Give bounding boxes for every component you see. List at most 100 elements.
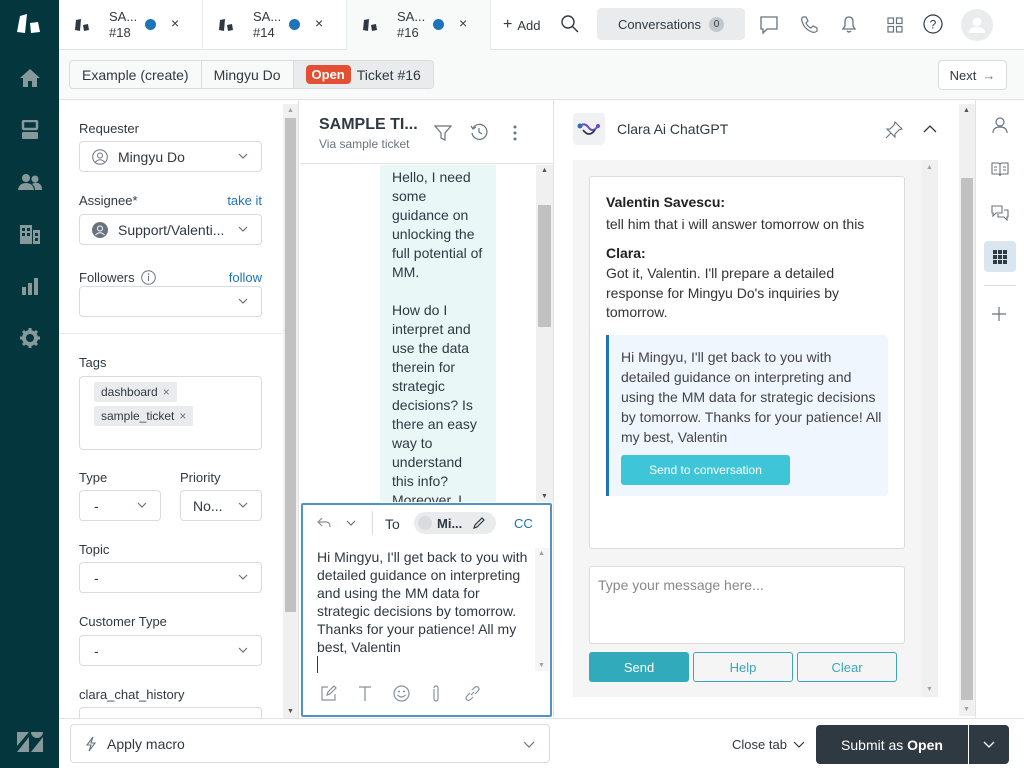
customer-type-select[interactable]: - [79, 635, 262, 666]
chat-history: Valentin Savescu: tell him that i will a… [589, 176, 905, 549]
views-icon[interactable] [0, 110, 59, 150]
scroll-down-arrow[interactable]: ▼ [541, 493, 548, 500]
apps-button-active[interactable] [984, 241, 1016, 272]
info-icon[interactable] [140, 270, 156, 285]
close-tab-icon[interactable]: × [315, 15, 323, 31]
topic-select[interactable]: - [79, 562, 262, 593]
help-button[interactable]: Help [693, 652, 793, 682]
customer-context-icon[interactable] [991, 116, 1009, 134]
phone-icon[interactable] [799, 15, 819, 35]
ticket-tab[interactable]: SA... #18 × [59, 0, 203, 50]
chat-icon[interactable] [759, 15, 779, 35]
requester-select[interactable]: Mingyu Do [79, 141, 262, 172]
scroll-down-arrow[interactable]: ▼ [287, 708, 294, 715]
scroll-up-arrow[interactable]: ▲ [287, 107, 294, 114]
edit-pencil-icon[interactable] [472, 516, 486, 530]
admin-icon[interactable] [0, 318, 59, 358]
breadcrumb-requester[interactable]: Mingyu Do [201, 61, 294, 88]
search-icon[interactable] [561, 15, 579, 33]
add-tab-button[interactable]: + Add [503, 16, 540, 34]
take-it-link[interactable]: take it [227, 193, 262, 208]
breadcrumb-ticket[interactable]: Open Ticket #16 [293, 61, 433, 88]
fields-scrollbar[interactable]: ▲ ▼ [283, 104, 298, 718]
apps-grid-icon [993, 249, 1007, 264]
cc-button[interactable]: CC [514, 516, 533, 531]
help-icon[interactable]: ? [923, 14, 943, 34]
ticket-tab-label: SA... #14 [253, 9, 282, 40]
close-tab-icon[interactable]: × [459, 15, 467, 31]
scroll-up-arrow[interactable]: ▲ [541, 167, 548, 174]
logo-icon[interactable] [0, 4, 59, 44]
history-icon[interactable] [470, 123, 488, 141]
chevron-down-icon [238, 226, 248, 232]
reply-body-textarea[interactable]: Hi Mingyu, I'll get back to you with det… [317, 548, 529, 673]
organizations-icon[interactable] [0, 214, 59, 254]
scrollbar-thumb[interactable] [961, 178, 973, 700]
scroll-down-arrow[interactable]: ▼ [538, 662, 545, 669]
message-author: Valentin Savescu: [606, 194, 726, 210]
knowledge-icon[interactable] [991, 161, 1009, 177]
user-avatar[interactable] [961, 9, 993, 41]
collapse-chevron-icon[interactable] [923, 124, 937, 134]
scrollbar-thumb[interactable] [538, 205, 551, 327]
chat-frame-scrollbar[interactable]: ▲ ▼ [922, 160, 938, 697]
priority-select[interactable]: No... [180, 490, 262, 521]
scroll-up-arrow[interactable]: ▲ [538, 550, 545, 557]
pin-icon[interactable] [885, 121, 903, 139]
followers-select[interactable] [79, 286, 262, 317]
attachment-icon[interactable] [431, 685, 441, 702]
more-options-icon[interactable] [512, 124, 518, 142]
ticket-tab[interactable]: SA... #14 × [203, 0, 347, 50]
remove-tag-icon[interactable]: × [179, 409, 186, 423]
products-icon[interactable] [887, 17, 903, 33]
assignee-select[interactable]: Support/Valenti... [79, 214, 262, 245]
scroll-down-arrow[interactable]: ▼ [963, 706, 970, 713]
scroll-up-arrow[interactable]: ▲ [963, 107, 970, 114]
ticket-header-bar: Example (create) Mingyu Do Open Ticket #… [59, 50, 1024, 100]
scroll-up-arrow[interactable]: ▲ [926, 164, 933, 171]
conversations-button[interactable]: Conversations 0 [597, 8, 745, 40]
recipient-chip[interactable]: Mi... [414, 512, 496, 534]
remove-tag-icon[interactable]: × [163, 385, 170, 399]
chevron-down-icon [238, 298, 248, 304]
chevron-down-icon[interactable] [346, 519, 356, 527]
apply-macro-select[interactable]: Apply macro [70, 724, 550, 763]
close-tab-menu[interactable]: Close tab [732, 737, 805, 752]
scrollbar-thumb[interactable] [285, 118, 296, 612]
send-button[interactable]: Send [589, 652, 689, 682]
type-select[interactable]: - [79, 490, 161, 521]
filter-icon[interactable] [434, 124, 452, 142]
reply-arrow-icon[interactable] [317, 517, 331, 529]
ticket-tab-active[interactable]: SA... #16 × [347, 0, 491, 50]
home-icon[interactable] [0, 58, 59, 98]
conversations-count-badge: 0 [709, 16, 725, 32]
message-input[interactable]: Type your message here... [589, 566, 905, 644]
scroll-down-arrow[interactable]: ▼ [926, 686, 933, 693]
follow-link[interactable]: follow [229, 270, 262, 285]
composer-scrollbar[interactable]: ▲ ▼ [535, 548, 549, 671]
text-format-icon[interactable] [358, 686, 372, 701]
link-icon[interactable] [464, 685, 481, 702]
app-panel-scrollbar[interactable]: ▲ ▼ [959, 104, 975, 716]
add-app-icon[interactable] [992, 307, 1006, 321]
clear-button[interactable]: Clear [797, 652, 897, 682]
submit-options-button[interactable] [969, 725, 1009, 764]
customers-icon[interactable] [0, 162, 59, 202]
send-to-conversation-button[interactable]: Send to conversation [621, 455, 790, 485]
plus-icon: + [503, 16, 513, 33]
submit-button[interactable]: Submit as Open [816, 725, 968, 764]
reporting-icon[interactable] [0, 266, 59, 306]
breadcrumb-organization[interactable]: Example (create) [70, 61, 202, 88]
tags-input[interactable]: dashboard × sample_ticket × [79, 376, 262, 450]
thread-scrollbar[interactable]: ▲ ▼ [536, 165, 553, 502]
next-button[interactable]: Next → [938, 60, 1007, 90]
conversations-icon[interactable] [991, 204, 1009, 222]
ticket-tab-icon [75, 18, 91, 32]
notifications-icon[interactable] [839, 14, 859, 34]
clara-chat-history-field[interactable] [79, 707, 262, 718]
emoji-icon[interactable] [393, 685, 410, 702]
compose-icon[interactable] [320, 685, 337, 702]
clara-app-panel: Clara Ai ChatGPT Valentin Savescu: tell … [555, 100, 975, 718]
zendesk-logo-icon[interactable] [0, 722, 59, 762]
close-tab-icon[interactable]: × [171, 15, 179, 31]
